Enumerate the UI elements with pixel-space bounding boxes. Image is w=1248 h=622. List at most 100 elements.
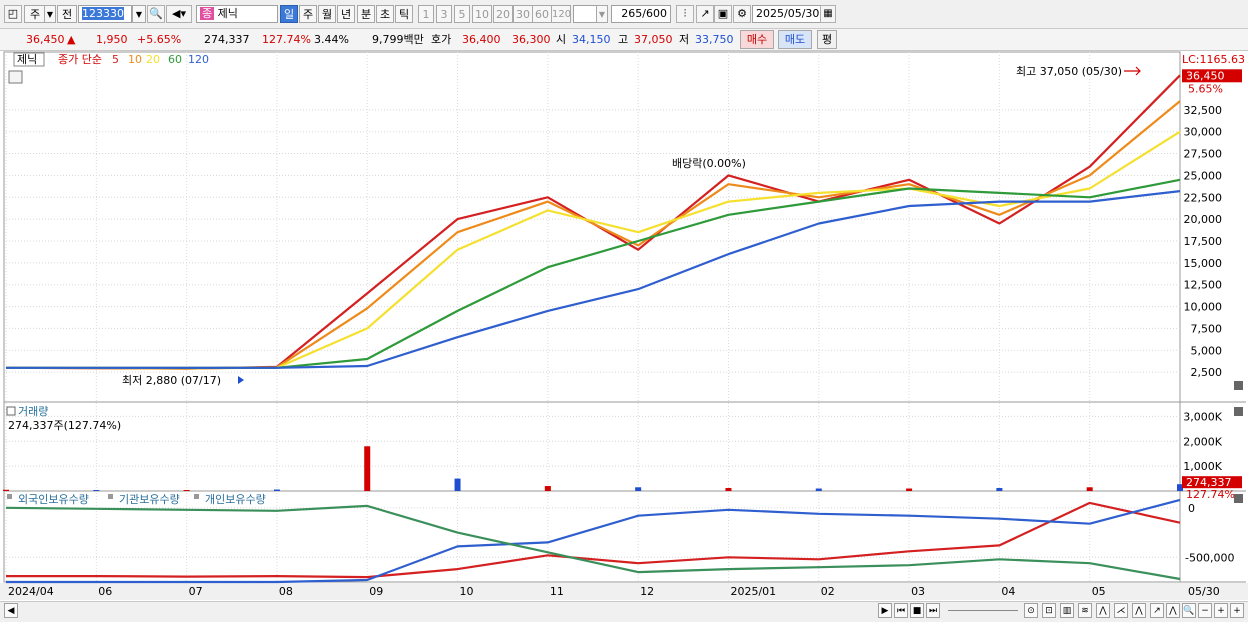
pan-icon[interactable]: + xyxy=(1214,603,1228,618)
price-y-tick-label: 5,000 xyxy=(1191,344,1223,357)
up-arrow-icon: ▲ xyxy=(67,33,76,46)
stock-name: 제닉 xyxy=(217,7,238,20)
draw-tool-icon[interactable]: ↗ xyxy=(696,5,714,23)
play-icon[interactable]: ▶ xyxy=(878,603,892,618)
volume-y-tick-label: 2,000K xyxy=(1183,435,1222,448)
period-tick-button[interactable]: 틱 xyxy=(395,5,413,23)
bid-price: 36,300 xyxy=(512,33,551,46)
eval-label: 평 xyxy=(821,33,833,46)
count-value: 265 xyxy=(621,7,643,20)
rewind-icon[interactable]: ⏮ xyxy=(894,603,908,618)
low-annotation: 최저 2,880 (07/17) xyxy=(122,374,221,387)
code-dropdown-icon[interactable]: ▼ xyxy=(132,5,146,23)
count-input[interactable]: 265/600 xyxy=(611,5,671,23)
period-year-button[interactable]: 년 xyxy=(337,5,355,23)
volume-bar xyxy=(183,490,190,491)
stop-icon[interactable]: ■ xyxy=(910,603,924,618)
volume-bar xyxy=(544,486,551,491)
trade-amount: 9,799백만 xyxy=(372,33,424,46)
prev-button[interactable]: 전 xyxy=(57,5,77,23)
sell-label: 매도 xyxy=(784,33,806,46)
interval-60-button[interactable]: 60 xyxy=(532,5,552,23)
x-axis-label: 05 xyxy=(1092,585,1106,598)
calendar-icon[interactable]: ▦ xyxy=(820,5,836,23)
period-day-button[interactable]: 일 xyxy=(280,5,298,23)
stock-name-field[interactable]: 종 제닉 xyxy=(196,5,278,23)
period-month-button[interactable]: 월 xyxy=(318,5,336,23)
volume-bar xyxy=(635,487,642,491)
window-menu-icon[interactable]: ◰ xyxy=(4,5,22,23)
candle-type-icon[interactable]: ⫶ xyxy=(676,5,694,23)
save-icon[interactable]: ▣ xyxy=(714,5,732,23)
ruler-icon[interactable]: ⋀ xyxy=(1166,603,1180,618)
volume-last-pct: 127.74% xyxy=(1186,488,1235,501)
interval-label: 60 xyxy=(535,8,549,21)
search-icon[interactable]: 🔍 xyxy=(147,5,165,23)
interval-30-button[interactable]: 30 xyxy=(513,5,533,23)
legend-type: 종가 단순 xyxy=(58,53,102,66)
legend-period: 120 xyxy=(188,53,209,66)
name-badge: 종 xyxy=(200,7,215,20)
holding-legend-label: 개인보유수량 xyxy=(205,493,266,506)
volume-bar xyxy=(364,446,371,491)
ma-line-120 xyxy=(6,190,1181,369)
scroll-left-icon[interactable]: ◀ xyxy=(4,603,18,618)
period-minute-button[interactable]: 분 xyxy=(357,5,375,23)
fast-forward-icon[interactable]: ⏭ xyxy=(926,603,940,618)
volume-y-tick-label: 3,000K xyxy=(1183,410,1222,423)
holding-line-1 xyxy=(6,498,1181,584)
volume-panel-close-icon xyxy=(1234,407,1243,416)
x-axis-label: 04 xyxy=(1001,585,1015,598)
low-label: 저 xyxy=(679,33,690,46)
calculator-icon xyxy=(8,70,23,84)
stock-code-input[interactable]: 123330 xyxy=(78,5,132,23)
market-dropdown-icon[interactable]: ▼ xyxy=(44,5,56,23)
compare-icon[interactable]: ⊙ xyxy=(1024,603,1038,618)
trend-icon[interactable]: ↗ xyxy=(1150,603,1164,618)
holding-legend-marker xyxy=(194,494,199,499)
gear-icon[interactable]: ⚙ xyxy=(733,5,751,23)
grid-lines xyxy=(0,51,1248,600)
xaxis-background xyxy=(0,583,1248,600)
stock-chart-svg[interactable]: 32,500 30,000 27,500 25,000 22,500 20,000 17,5… xyxy=(0,51,1248,601)
interval-label: 20 xyxy=(496,8,510,21)
zoom-out-icon[interactable]: − xyxy=(1198,603,1212,618)
chart-type-5-icon[interactable]: ⋌ xyxy=(1114,603,1128,618)
buy-button[interactable]: 매수 xyxy=(740,30,774,49)
interval-5-button[interactable]: 5 xyxy=(454,5,470,23)
date-input[interactable]: 2025/05/30 xyxy=(752,5,824,23)
chart-type-4-icon[interactable]: ⋀ xyxy=(1096,603,1110,618)
interval-10-button[interactable]: 10 xyxy=(472,5,492,23)
chart-type-1-icon[interactable]: ⊡ xyxy=(1042,603,1056,618)
zoom-icon[interactable]: 🔍 xyxy=(1182,603,1196,618)
top-toolbar: ◰ 주 ▼ 전 123330 ▼ 🔍 ◀▾ 종 제닉 일 주 월 년 분 초 틱… xyxy=(0,0,1248,29)
chart-type-6-icon[interactable]: ⋀ xyxy=(1132,603,1146,618)
last-pct-label: 5.65% xyxy=(1188,82,1223,95)
bottom-scrollbar[interactable]: ◀ ▶ ⏮ ■ ⏭ ⊙ ⊡ ▥ ≋ ⋀ ⋌ ⋀ ↗ ⋀ 🔍 − + + xyxy=(0,601,1248,622)
period-second-button[interactable]: 초 xyxy=(376,5,394,23)
zoom-in-icon[interactable]: + xyxy=(1230,603,1244,618)
period-label: 월 xyxy=(321,8,333,21)
price-y-tick-label: 20,000 xyxy=(1184,213,1223,226)
high-annotation: 최고 37,050 (05/30) xyxy=(1016,65,1122,78)
x-axis-label: 03 xyxy=(911,585,925,598)
eval-button[interactable]: 평 xyxy=(817,30,837,49)
price-y-tick-label: 7,500 xyxy=(1191,322,1223,335)
turnover-rate: 3.44% xyxy=(314,33,349,46)
interval-20-button[interactable]: 20 xyxy=(493,5,513,23)
zoom-track[interactable] xyxy=(948,610,1018,611)
sell-button[interactable]: 매도 xyxy=(778,30,812,49)
interval-1-button[interactable]: 1 xyxy=(418,5,434,23)
chart-type-3-icon[interactable]: ≋ xyxy=(1078,603,1092,618)
interval-120-button[interactable]: 120 xyxy=(551,5,571,23)
volume-bar xyxy=(815,488,822,491)
market-select[interactable]: 주 xyxy=(24,5,46,23)
interval-dropdown-icon[interactable]: ▼ xyxy=(596,5,608,23)
buy-label: 매수 xyxy=(746,33,768,46)
speaker-icon[interactable]: ◀▾ xyxy=(166,5,192,23)
moving-average-lines xyxy=(5,74,1181,370)
interval-3-button[interactable]: 3 xyxy=(436,5,452,23)
interval-label: 120 xyxy=(552,9,572,20)
chart-type-2-icon[interactable]: ▥ xyxy=(1060,603,1074,618)
period-week-button[interactable]: 주 xyxy=(299,5,317,23)
